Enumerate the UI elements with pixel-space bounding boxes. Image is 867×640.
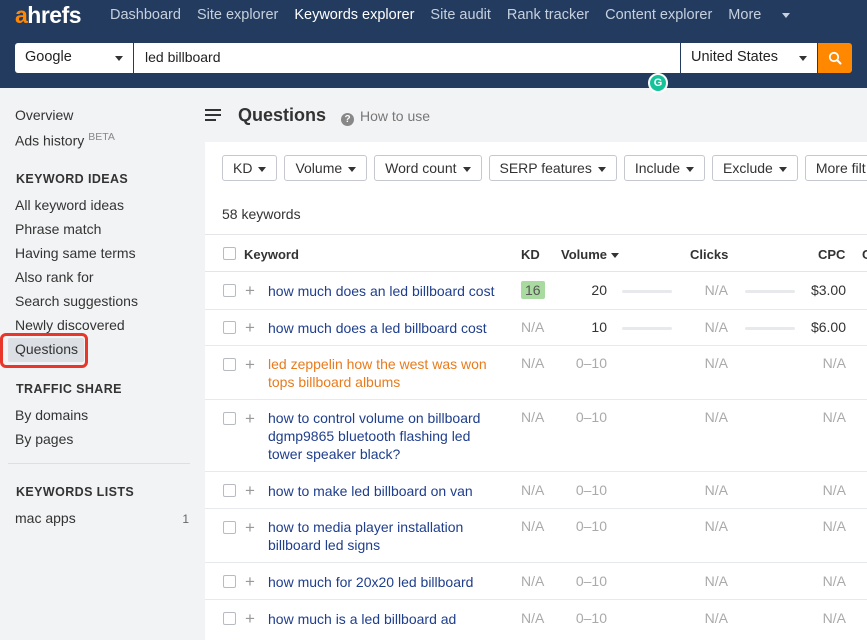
table-row: + how to make led billboard on van N/A 0… — [205, 472, 867, 509]
main-nav: Dashboard Site explorer Keywords explore… — [110, 7, 806, 23]
table-row: + led zeppelin how the west was won tops… — [205, 346, 867, 400]
nav-more[interactable]: More — [728, 7, 791, 23]
beta-badge: BETA — [88, 131, 115, 143]
column-clicks[interactable]: Clicks — [690, 247, 728, 262]
sidebar-item-by-pages[interactable]: By pages — [15, 431, 73, 447]
sidebar-item-having-same-terms[interactable]: Having same terms — [15, 245, 136, 261]
ahrefs-logo[interactable]: ahrefs — [15, 2, 82, 29]
menu-icon[interactable] — [205, 109, 221, 124]
keywords-lists-heading: KEYWORDS LISTS — [16, 485, 135, 499]
chevron-down-icon — [258, 166, 267, 172]
sidebar-item-phrase-match[interactable]: Phrase match — [15, 221, 101, 237]
country-select[interactable]: United States — [681, 43, 817, 73]
chevron-down-icon — [778, 166, 787, 172]
sidebar-item-all-keyword-ideas[interactable]: All keyword ideas — [15, 197, 124, 213]
sidebar-item-search-suggestions[interactable]: Search suggestions — [15, 293, 138, 309]
table-header: Keyword KD Volume Clicks CPC C — [205, 234, 867, 272]
table-row: + how much does a led billboard cost N/A… — [205, 310, 867, 346]
column-cut[interactable]: C — [862, 247, 867, 262]
filter-word-count[interactable]: Word count — [374, 155, 482, 181]
search-engine-select[interactable]: Google — [15, 43, 133, 73]
table-row: + how much is a led billboard ad N/A 0–1… — [205, 600, 867, 640]
traffic-share-heading: TRAFFIC SHARE — [16, 382, 122, 396]
nav-dashboard[interactable]: Dashboard — [110, 7, 181, 23]
cpc-value: N/A — [822, 610, 846, 626]
chevron-down-icon — [348, 166, 357, 172]
help-icon: ? — [341, 113, 354, 126]
nav-rank-tracker[interactable]: Rank tracker — [507, 7, 589, 23]
highlight-box — [0, 333, 88, 368]
cpc-value: $3.00 — [810, 282, 846, 298]
sidebar-item-ads-history[interactable]: Ads history BETA — [15, 131, 115, 149]
chevron-down-icon — [799, 56, 807, 61]
filter-kd[interactable]: KD — [222, 155, 278, 181]
sidebar-item-by-domains[interactable]: By domains — [15, 407, 88, 423]
filter-serp-features[interactable]: SERP features — [488, 155, 617, 181]
table-row: + how to control volume on billboard dgm… — [205, 400, 867, 472]
list-count: 1 — [182, 512, 189, 526]
sidebar-item-newly-discovered[interactable]: Newly discovered — [15, 317, 125, 333]
filter-volume[interactable]: Volume — [284, 155, 368, 181]
chevron-down-icon — [782, 12, 791, 18]
keyword-count: 58 keywords — [222, 206, 301, 222]
nav-keywords-explorer[interactable]: Keywords explorer — [294, 7, 414, 23]
chevron-down-icon — [462, 166, 471, 172]
chevron-down-icon — [115, 56, 123, 61]
column-kd[interactable]: KD — [521, 247, 540, 262]
nav-site-audit[interactable]: Site audit — [430, 7, 490, 23]
sidebar-item-also-rank-for[interactable]: Also rank for — [15, 269, 94, 285]
sidebar-item-overview[interactable]: Overview — [15, 107, 73, 123]
column-volume[interactable]: Volume — [561, 247, 619, 262]
filter-more[interactable]: More filt — [804, 155, 867, 181]
filter-include[interactable]: Include — [623, 155, 706, 181]
keyword-ideas-heading: KEYWORD IDEAS — [16, 172, 129, 186]
top-bar: ahrefs Dashboard Site explorer Keywords … — [0, 0, 867, 88]
filter-exclude[interactable]: Exclude — [712, 155, 798, 181]
table-row: + how much for 20x20 led billboard N/A 0… — [205, 563, 867, 600]
cpc-value: N/A — [822, 355, 846, 371]
page-title: Questions — [238, 105, 327, 125]
filter-bar: KD Volume Word count SERP features Inclu… — [222, 155, 867, 181]
keyword-input[interactable]: led billboard — [134, 43, 680, 73]
nav-content-explorer[interactable]: Content explorer — [605, 7, 712, 23]
cpc-value: $6.00 — [810, 319, 846, 335]
nav-site-explorer[interactable]: Site explorer — [197, 7, 278, 23]
chevron-down-icon — [686, 166, 695, 172]
sidebar: Overview Ads history BETA KEYWORD IDEAS A… — [0, 88, 205, 640]
sort-desc-icon — [611, 253, 619, 259]
main-content: Questions ? How to use KD Volume Word cou… — [205, 88, 867, 640]
column-cpc[interactable]: CPC — [818, 247, 845, 262]
cpc-value: N/A — [822, 518, 846, 534]
cpc-value: N/A — [822, 482, 846, 498]
cpc-value: N/A — [822, 409, 846, 425]
search-button[interactable] — [818, 43, 852, 73]
divider — [8, 463, 190, 464]
table-row: + how to media player installation billb… — [205, 509, 867, 563]
how-to-use-link[interactable]: ? How to use — [341, 108, 430, 126]
search-icon — [828, 51, 842, 65]
cpc-value: N/A — [822, 573, 846, 589]
select-all-checkbox[interactable] — [223, 247, 236, 260]
results-panel: KD Volume Word count SERP features Inclu… — [205, 142, 867, 640]
search-bar: Google led billboard United States — [15, 43, 867, 73]
column-keyword[interactable]: Keyword — [244, 247, 299, 262]
table-row: + how much does an led billboard cost 16… — [205, 272, 867, 310]
sidebar-item-mac-apps[interactable]: mac apps — [15, 510, 76, 526]
chevron-down-icon — [597, 166, 606, 172]
